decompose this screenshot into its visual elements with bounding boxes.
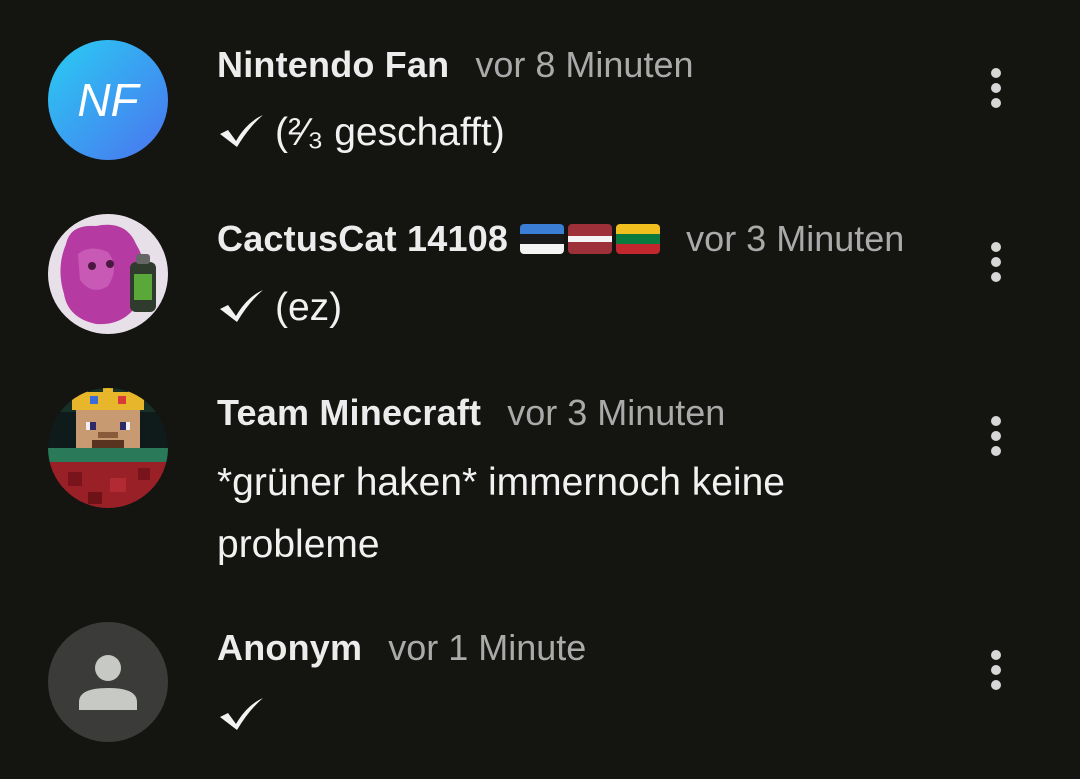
- avatar[interactable]: [48, 214, 168, 334]
- team-minecraft-avatar-image: [48, 388, 168, 508]
- avatar[interactable]: [48, 388, 168, 508]
- anonymous-avatar-image: [48, 622, 168, 742]
- author-name[interactable]: CactusCat 14108: [217, 218, 508, 260]
- timestamp: vor 3 Minuten: [507, 392, 726, 433]
- timestamp: vor 8 Minuten: [475, 44, 694, 85]
- timestamp: vor 3 Minuten: [686, 218, 905, 259]
- comment-text: (²⁄₃ geschafft): [217, 102, 897, 164]
- check-mark-icon: [217, 688, 265, 730]
- avatar-initials: NF: [77, 74, 141, 126]
- comment-text: (ez): [217, 277, 897, 339]
- comment-header: Nintendo Fan vor 8 Minuten: [217, 44, 693, 86]
- avatar[interactable]: [48, 622, 168, 742]
- check-mark-icon: [217, 105, 265, 147]
- more-vertical-icon: [991, 416, 1001, 426]
- cactuscat-avatar-image: [48, 214, 168, 334]
- comment-text: [217, 685, 897, 747]
- comment-header: Team Minecraft vor 3 Minuten: [217, 392, 725, 434]
- comment-text: *grüner haken* immernoch keine probleme: [217, 452, 897, 576]
- lithuania-flag-icon: [616, 224, 661, 254]
- more-options-button[interactable]: [974, 240, 1018, 284]
- comment-text-content: *grüner haken* immernoch keine probleme: [217, 461, 785, 566]
- author-name[interactable]: Team Minecraft: [217, 392, 481, 434]
- more-vertical-icon: [991, 650, 1001, 660]
- nf-avatar-image: NF: [48, 40, 168, 160]
- comment-text-content: (ez): [275, 286, 343, 329]
- timestamp: vor 1 Minute: [388, 627, 587, 668]
- comment-header: CactusCat 14108 vor 3 Minuten: [217, 218, 904, 260]
- more-vertical-icon: [991, 68, 1001, 78]
- check-mark-icon: [217, 280, 265, 322]
- avatar[interactable]: NF: [48, 40, 168, 160]
- flag-emojis: [520, 224, 661, 254]
- latvia-flag-icon: [568, 224, 613, 254]
- author-name[interactable]: Nintendo Fan: [217, 44, 449, 86]
- more-vertical-icon: [991, 242, 1001, 252]
- estonia-flag-icon: [520, 224, 565, 254]
- more-options-button[interactable]: [974, 66, 1018, 110]
- more-options-button[interactable]: [974, 414, 1018, 458]
- author-name[interactable]: Anonym: [217, 627, 362, 669]
- comment-text-content: (²⁄₃ geschafft): [275, 111, 505, 154]
- more-options-button[interactable]: [974, 648, 1018, 692]
- comment-header: Anonym vor 1 Minute: [217, 627, 586, 669]
